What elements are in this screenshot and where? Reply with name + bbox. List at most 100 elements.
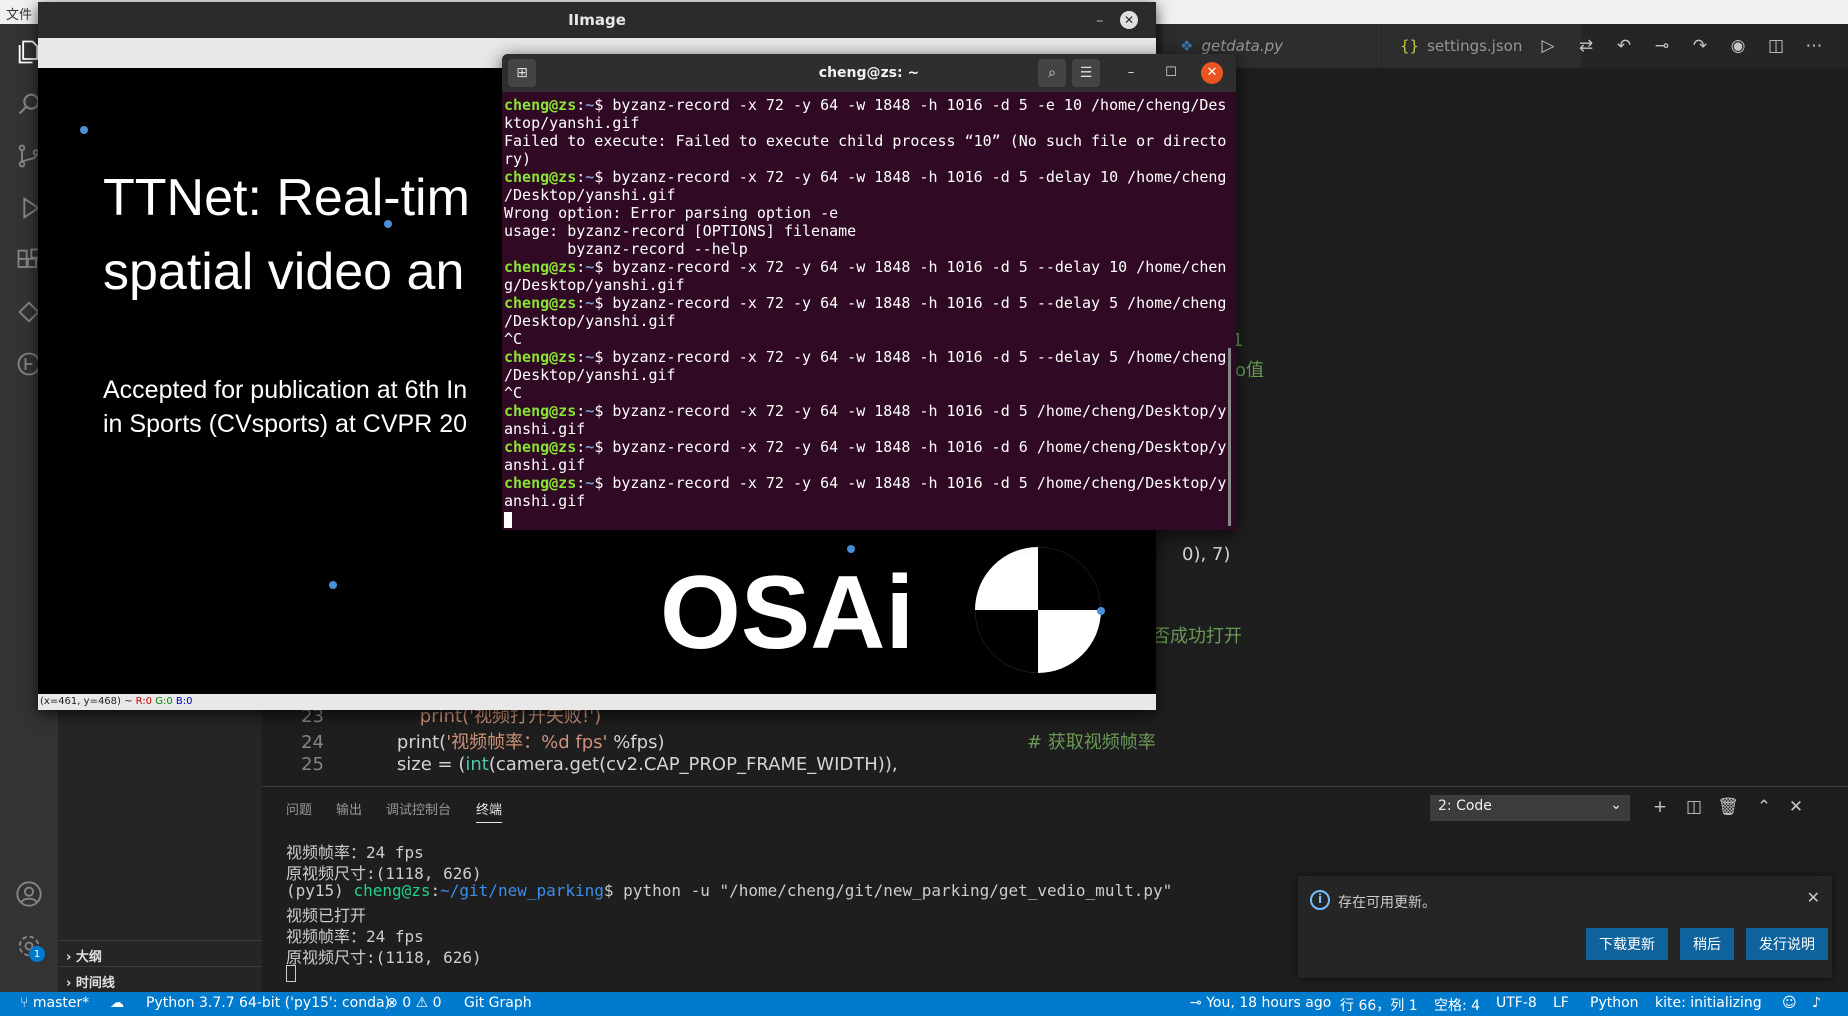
terminal-cursor [504,511,512,528]
terminal-row: anshi.gif [504,492,586,510]
tab-output[interactable]: 输出 [336,799,362,818]
language-status[interactable]: Python [1590,995,1639,1011]
update-notification: i 存在可用更新。 ✕ 下载更新 稍后 发行说明 [1298,876,1832,978]
close-panel-icon[interactable]: ✕ [1784,795,1808,819]
cursor-position[interactable]: 行 66，列 1 [1340,995,1418,1015]
minimize-icon[interactable]: – [1096,2,1104,38]
kite-status[interactable]: kite: initializing [1655,995,1762,1011]
new-tab-icon[interactable]: ⊞ [508,59,536,87]
terminal-row: Wrong option: Error parsing option -e [504,204,839,222]
trash-icon[interactable]: 🗑 [1716,795,1740,819]
maximize-icon[interactable]: ☐ [1162,64,1180,82]
info-icon: i [1310,890,1330,910]
maximize-panel-icon[interactable]: ⌃ [1752,795,1776,819]
image-window-title: IImage [568,11,626,29]
python-interpreter[interactable]: Python 3.7.7 64-bit ('py15': conda) [146,995,390,1011]
bell-icon[interactable]: ♪ [1812,995,1821,1011]
terminal-title: cheng@zs: ~ [818,65,920,81]
chevron-right-icon: › [66,976,72,991]
image-status-bar: (x=461, y=468) ~ R:0 G:0 B:0 [38,694,1156,710]
code-line-25: 25 size = (int(camera.get(cv2.CAP_PROP_F… [301,754,898,775]
commit-icon: ⊸ [1190,995,1202,1011]
warning-icon: ⚠ [415,995,429,1011]
terminal-row: /Desktop/yanshi.gif [504,186,676,204]
later-button[interactable]: 稍后 [1680,928,1734,960]
close-icon[interactable]: ✕ [1120,11,1138,29]
terminal-cursor-row [504,510,1226,528]
terminal-cursor [286,965,296,982]
download-update-button[interactable]: 下载更新 [1586,928,1668,960]
point-marker [329,581,337,589]
terminal-row: anshi.gif [504,420,586,438]
split-terminal-icon[interactable]: ◫ [1682,795,1706,819]
run-icon[interactable]: ▷ [1536,34,1560,58]
feedback-icon[interactable]: ☺ [1782,995,1797,1011]
outline-label: 大纲 [75,950,102,965]
tab-problems[interactable]: 问题 [286,799,312,818]
settings-gear-icon[interactable]: 1 [9,926,49,966]
next-change-icon[interactable]: ↷ [1688,34,1712,58]
tab-label: getdata.py [1201,37,1284,55]
chevron-down-icon: ⌄ [1610,797,1622,813]
terminal-row: ^C [504,330,523,348]
terminal-row: /Desktop/yanshi.gif [504,312,676,330]
image-window-titlebar[interactable]: IImage – ✕ [38,2,1156,38]
code-fragment: 0), 7) [1182,544,1231,565]
release-notes-button[interactable]: 发行说明 [1746,928,1828,960]
braces-icon: {} [1400,37,1420,55]
terminal-window: ⊞ cheng@zs: ~ ⌕ ☰ – ☐ ✕ cheng@zs:~$ byza… [502,54,1236,530]
encoding-status[interactable]: UTF-8 [1496,995,1537,1011]
slide-subtitle-line: Accepted for publication at 6th In [103,376,468,404]
close-icon[interactable]: ✕ [1807,888,1820,907]
menu-file[interactable]: 文件 [6,4,32,23]
terminal-row: anshi.gif [504,456,586,474]
point-marker [80,126,88,134]
terminal-output[interactable]: cheng@zs:~$ byzanz-record -x 72 -y 64 -w… [504,96,1227,528]
split-editor-icon[interactable]: ◫ [1764,34,1788,58]
blame-status[interactable]: ⊸ You, 18 hours ago [1190,995,1331,1011]
git-graph-status[interactable]: Git Graph [464,995,532,1011]
code-fragment: 否成功打开 [1152,626,1242,647]
branch-status[interactable]: ⑂ master* [20,995,89,1011]
branch-icon: ⑂ [20,995,29,1011]
terminal-row: cheng@zs:~$ byzanz-record -x 72 -y 64 -w… [504,168,1227,186]
sync-icon[interactable]: ☁ [110,995,124,1011]
terminal-row: ktop/yanshi.gif [504,114,640,132]
compare-changes-icon[interactable]: ⇄ [1574,34,1598,58]
chevron-right-icon: › [66,950,72,965]
more-actions-icon[interactable]: ⋯ [1802,34,1826,58]
tab-debug-console[interactable]: 调试控制台 [386,799,451,818]
timeline-label: 时间线 [75,976,115,991]
close-icon[interactable]: ✕ [1201,62,1223,84]
tab-label: settings.json [1427,37,1523,55]
terminal-select-value: 2: Code [1438,798,1492,814]
git-commit-icon[interactable]: ⊸ [1650,34,1674,58]
status-bar: ⑂ master* ☁ Python 3.7.7 64-bit ('py15':… [0,992,1848,1016]
slide-title-line: TTNet: Real-tim [103,169,470,227]
timeline-section[interactable]: › 时间线 [58,966,262,992]
python-icon: ❖ [1180,37,1194,55]
terminal-prompt-line: (py15) cheng@zs:~/git/new_parking$ pytho… [286,881,1173,900]
git-lens-icon[interactable]: ◉ [1726,34,1750,58]
terminal-scrollbar[interactable] [1228,348,1231,526]
menu-icon[interactable]: ☰ [1072,59,1100,87]
indentation-status[interactable]: 空格: 4 [1434,995,1480,1015]
tab-terminal[interactable]: 终端 [476,799,503,823]
previous-change-icon[interactable]: ↶ [1612,34,1636,58]
account-icon[interactable] [9,874,49,914]
terminal-titlebar[interactable]: ⊞ cheng@zs: ~ ⌕ ☰ – ☐ ✕ [502,54,1236,92]
new-terminal-icon[interactable]: + [1648,795,1672,819]
terminal-select[interactable]: 2: Code ⌄ [1430,795,1630,821]
terminal-row: ^C [504,384,523,402]
search-icon[interactable]: ⌕ [1038,59,1066,87]
logo-text: OSAi [660,555,914,671]
problems-status[interactable]: ⊗ 0 ⚠ 0 [386,995,442,1011]
notification-message: 存在可用更新。 [1338,895,1436,911]
point-marker [384,220,392,228]
eol-status[interactable]: LF [1553,995,1569,1011]
minimize-icon[interactable]: – [1122,64,1140,82]
terminal-line: 原视频尺寸:(1118, 626) [286,948,482,967]
slide-subtitle-line: in Sports (CVsports) at CVPR 20 [103,410,468,438]
outline-section[interactable]: › 大纲 [58,940,262,966]
terminal-row: cheng@zs:~$ byzanz-record -x 72 -y 64 -w… [504,294,1227,312]
